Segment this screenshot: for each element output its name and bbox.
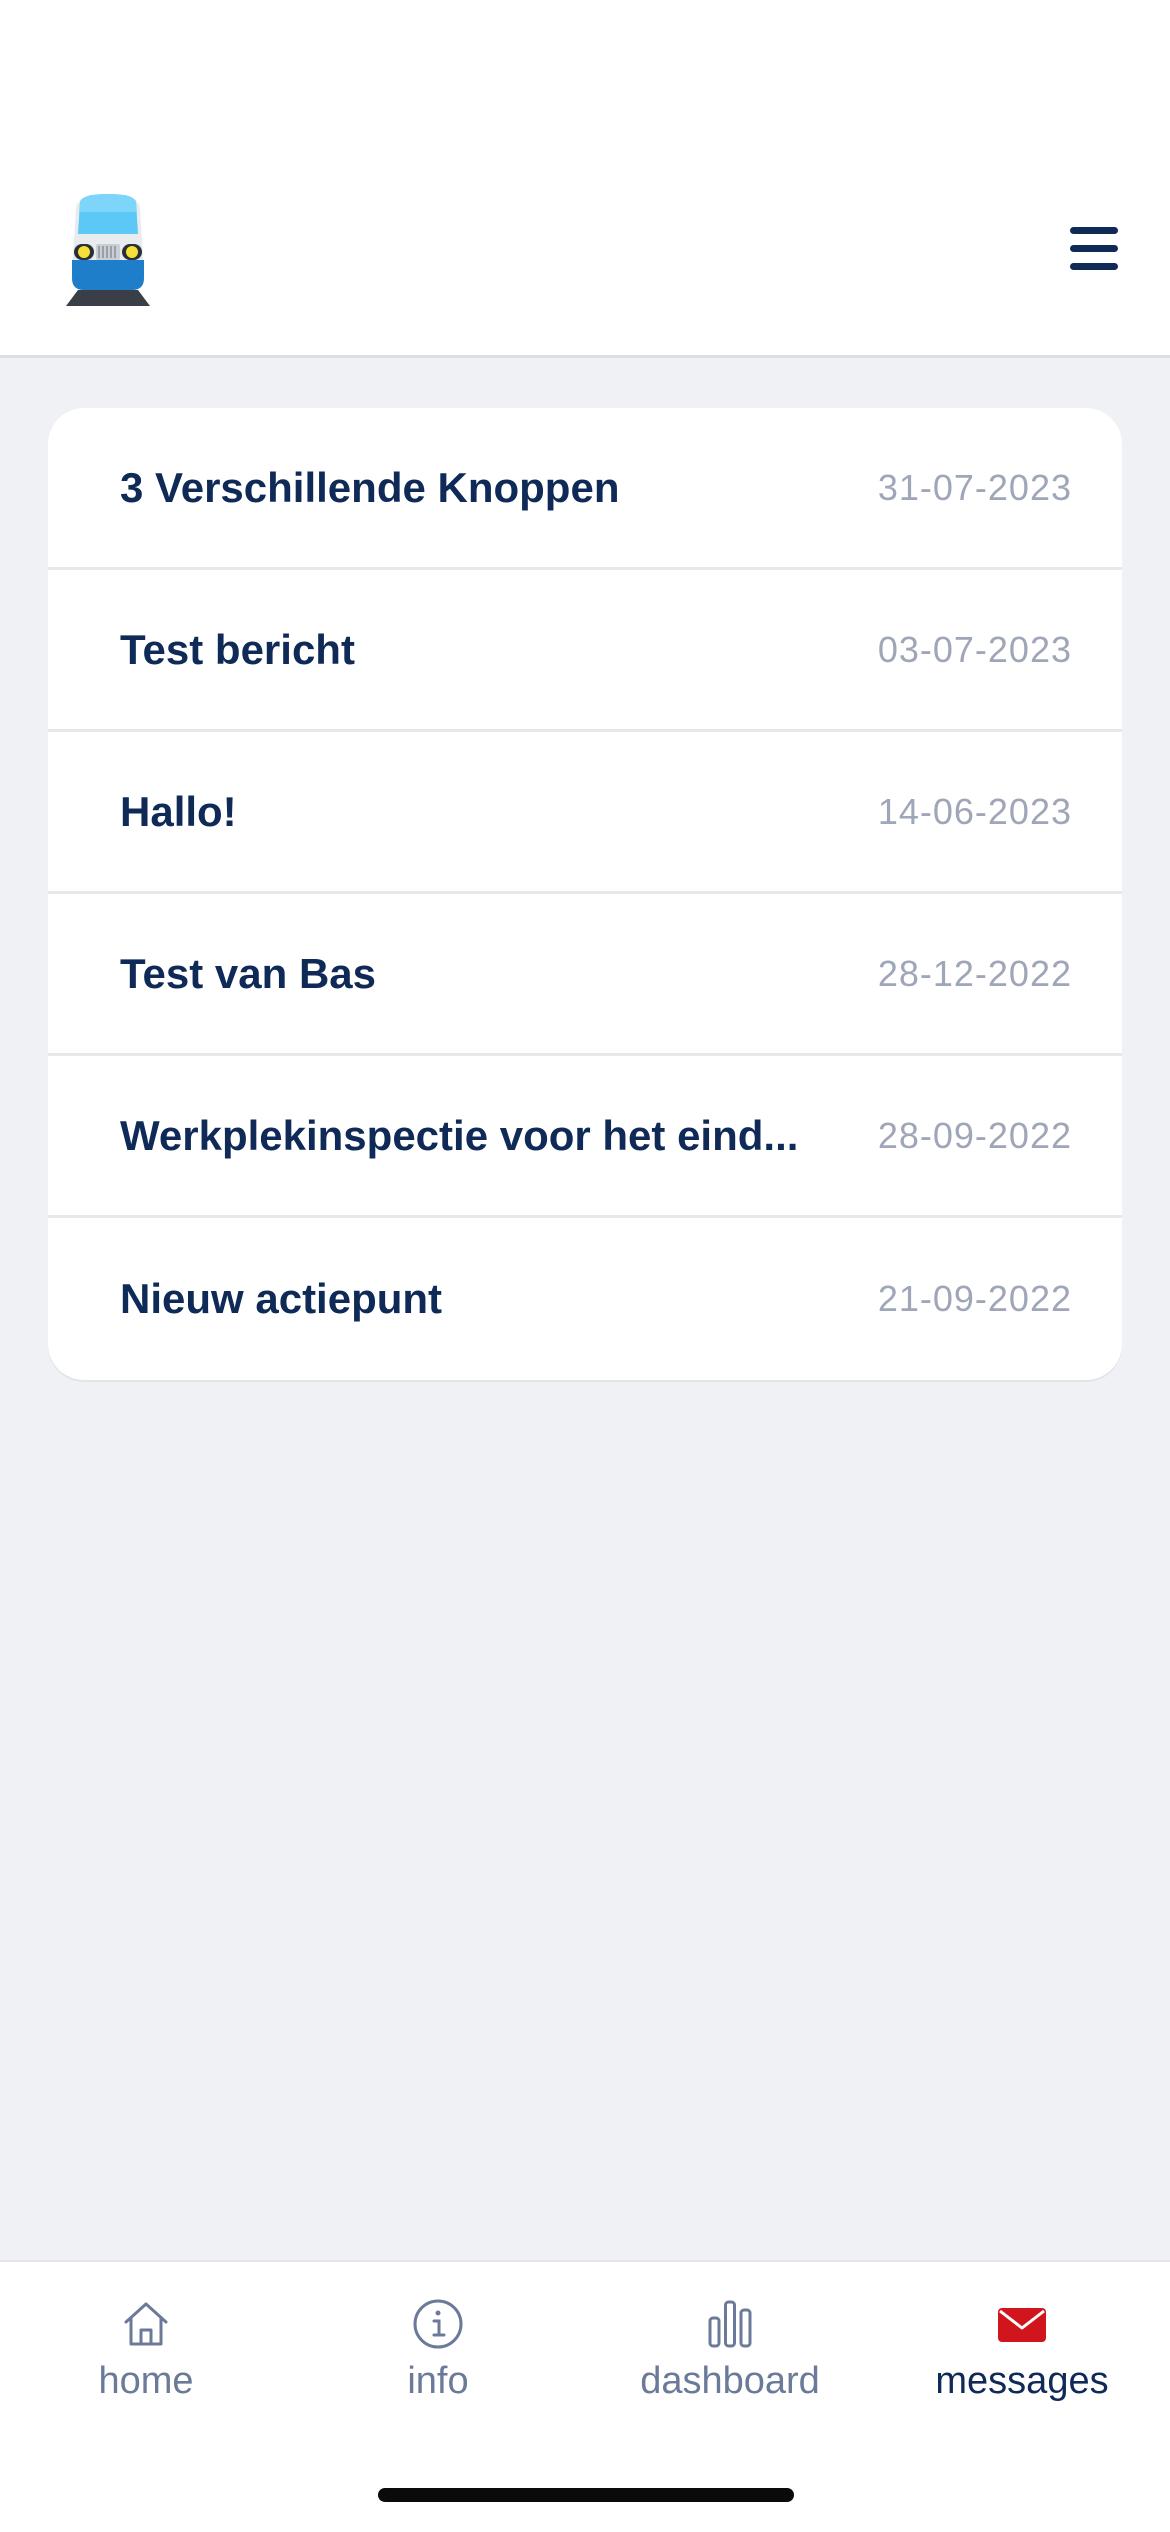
tab-home[interactable]: home [0, 2282, 292, 2432]
message-title: 3 Verschillende Knoppen [120, 463, 620, 511]
list-item[interactable]: Nieuw actiepunt 21-09-2022 [48, 1218, 1122, 1380]
message-title: Werkplekinspectie voor het eind... [120, 1111, 799, 1159]
message-date: 31-07-2023 [877, 466, 1072, 508]
message-title: Hallo! [120, 787, 237, 835]
message-date: 28-09-2022 [877, 1114, 1072, 1156]
bar-chart-icon [708, 2300, 752, 2348]
message-date: 28-12-2022 [877, 952, 1072, 994]
message-title: Test van Bas [120, 949, 376, 997]
tab-home-label: home [98, 2360, 194, 2402]
message-title: Test bericht [120, 625, 355, 673]
envelope-icon [998, 2308, 1046, 2342]
list-item[interactable]: Test van Bas 28-12-2022 [48, 894, 1122, 1056]
list-item[interactable]: 3 Verschillende Knoppen 31-07-2023 [48, 408, 1122, 570]
tab-dashboard-label: dashboard [640, 2360, 820, 2402]
tab-info-label: info [407, 2360, 469, 2402]
list-item[interactable]: Test bericht 03-07-2023 [48, 570, 1122, 732]
message-title: Nieuw actiepunt [120, 1275, 443, 1322]
tab-messages-label: messages [935, 2360, 1109, 2402]
message-date: 03-07-2023 [877, 628, 1072, 670]
message-date: 14-06-2023 [877, 790, 1072, 832]
list-item[interactable]: Werkplekinspectie voor het eind... 28-09… [48, 1056, 1122, 1218]
home-icon [124, 2302, 168, 2346]
tab-messages[interactable]: messages [876, 2282, 1168, 2432]
info-icon [413, 2299, 463, 2349]
train-icon[interactable] [58, 190, 158, 310]
home-indicator[interactable] [378, 2488, 794, 2502]
message-date: 21-09-2022 [877, 1278, 1072, 1319]
app-header [0, 0, 1170, 358]
hamburger-menu-icon[interactable] [1070, 225, 1122, 273]
tab-dashboard[interactable]: dashboard [584, 2282, 876, 2432]
list-item[interactable]: Hallo! 14-06-2023 [48, 732, 1122, 894]
messages-list: 3 Verschillende Knoppen 31-07-2023 Test … [48, 408, 1122, 1380]
tab-info[interactable]: info [292, 2282, 584, 2432]
